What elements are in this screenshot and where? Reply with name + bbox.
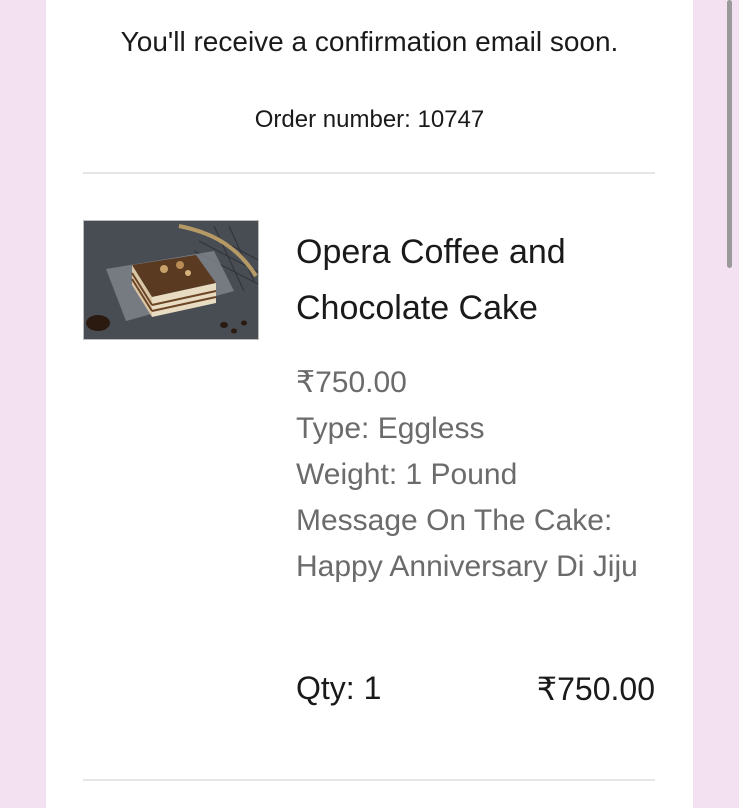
- cake-message: Message On The Cake: Happy Anniversary D…: [296, 504, 638, 583]
- order-confirmation-page: You'll receive a confirmation email soon…: [0, 0, 739, 808]
- line-total: ₹750.00: [536, 671, 655, 707]
- order-summary-card: You'll receive a confirmation email soon…: [46, 0, 693, 808]
- cake-photo-icon: [84, 221, 258, 339]
- product-title[interactable]: Opera Coffee and Chocolate Cake: [296, 224, 666, 336]
- order-number: Order number: 10747: [254, 106, 485, 133]
- product-image[interactable]: [83, 220, 259, 340]
- scrollbar[interactable]: [727, 0, 732, 268]
- confirmation-message: You'll receive a confirmation email soon…: [120, 26, 619, 57]
- product-type: Type: Eggless: [296, 412, 485, 445]
- divider: [83, 779, 655, 781]
- divider: [83, 172, 655, 174]
- quantity: Qty: 1: [296, 670, 382, 706]
- product-details: ₹750.00 Type: Eggless Weight: 1 Pound Me…: [296, 360, 666, 590]
- product-weight: Weight: 1 Pound: [296, 458, 518, 491]
- product-price: ₹750.00: [296, 366, 407, 399]
